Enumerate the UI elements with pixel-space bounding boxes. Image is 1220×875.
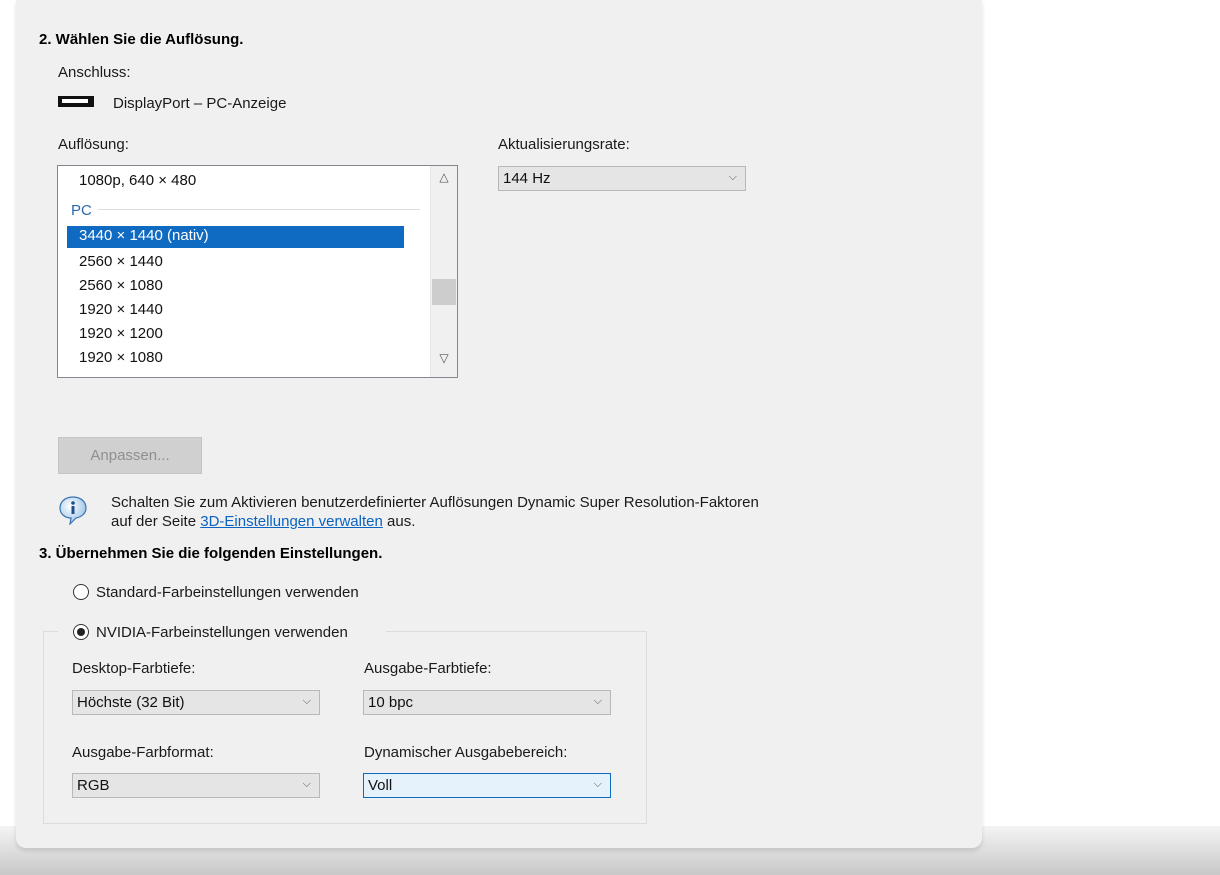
section-3-heading: 3. Übernehmen Sie die folgenden Einstell…	[39, 545, 383, 562]
chevron-down-icon: ⌵	[593, 778, 602, 790]
output-depth-value: 10 bpc	[368, 694, 414, 711]
resolution-listbox[interactable]: 1080p, 640 × 480 PC 3440 × 1440 (nativ) …	[57, 165, 458, 378]
connection-value: DisplayPort – PC-Anzeige	[113, 95, 287, 112]
output-depth-select[interactable]: 10 bpc ⌵	[363, 690, 611, 715]
settings-panel: 2. Wählen Sie die Auflösung. Anschluss: …	[16, 0, 982, 848]
selected-resolution: 3440 × 1440 (nativ)	[79, 227, 209, 244]
group-divider	[98, 209, 420, 210]
info-text-suffix: aus.	[387, 513, 416, 530]
scroll-thumb[interactable]	[432, 279, 456, 305]
dynamic-range-select[interactable]: Voll ⌵	[363, 773, 611, 798]
output-depth-label: Ausgabe-Farbtiefe:	[364, 660, 492, 677]
list-item[interactable]: 2560 × 1080	[79, 277, 163, 294]
3d-settings-link[interactable]: 3D-Einstellungen verwalten	[200, 513, 383, 530]
refresh-rate-select[interactable]: 144 Hz ⌵	[498, 166, 746, 191]
info-text-line-1: Schalten Sie zum Aktivieren benutzerdefi…	[111, 494, 759, 511]
section-2-heading: 2. Wählen Sie die Auflösung.	[39, 31, 244, 48]
chevron-down-icon: ⌵	[302, 695, 311, 707]
output-format-value: RGB	[77, 777, 110, 794]
list-item[interactable]: 1920 × 1200	[79, 325, 163, 342]
list-item-selected[interactable]: 3440 × 1440 (nativ)	[67, 226, 404, 248]
info-text-prefix: auf der Seite	[111, 513, 197, 530]
customize-button[interactable]: Anpassen...	[58, 437, 202, 474]
refresh-rate-value: 144 Hz	[503, 170, 551, 187]
radio-nvidia-label[interactable]: NVIDIA-Farbeinstellungen verwenden	[96, 624, 348, 641]
dynamic-range-value: Voll	[368, 777, 393, 794]
desktop-depth-select[interactable]: Höchste (32 Bit) ⌵	[72, 690, 320, 715]
list-item[interactable]: 1080p, 640 × 480	[79, 172, 196, 189]
list-item[interactable]: 1920 × 1440	[79, 301, 163, 318]
chevron-down-icon: ⌵	[593, 695, 602, 707]
desktop-depth-label: Desktop-Farbtiefe:	[72, 660, 196, 677]
listbox-scrollbar[interactable]: △ ▽	[430, 166, 457, 377]
connection-label: Anschluss:	[58, 64, 131, 81]
chevron-down-icon: ⌵	[302, 778, 311, 790]
radio-default-colors[interactable]	[73, 584, 89, 600]
refresh-rate-label: Aktualisierungsrate:	[498, 136, 630, 153]
resolution-label: Auflösung:	[58, 136, 129, 153]
list-item[interactable]: 2560 × 1440	[79, 253, 163, 270]
list-item[interactable]: 1920 × 1080	[79, 349, 163, 366]
radio-nvidia-colors[interactable]	[73, 624, 89, 640]
output-format-label: Ausgabe-Farbformat:	[72, 744, 214, 761]
radio-default-label[interactable]: Standard-Farbeinstellungen verwenden	[96, 584, 359, 601]
list-group-header: PC	[71, 202, 92, 219]
chevron-down-icon: ⌵	[728, 171, 737, 183]
dynamic-range-label: Dynamischer Ausgabebereich:	[364, 744, 568, 761]
chevron-down-icon[interactable]: ▽	[431, 351, 457, 375]
desktop-depth-value: Höchste (32 Bit)	[77, 694, 185, 711]
info-icon	[59, 496, 87, 525]
display-icon	[58, 96, 94, 107]
chevron-up-icon[interactable]: △	[431, 170, 457, 194]
info-text-line-2: auf der Seite 3D-Einstellungen verwalten…	[111, 513, 415, 530]
output-format-select[interactable]: RGB ⌵	[72, 773, 320, 798]
